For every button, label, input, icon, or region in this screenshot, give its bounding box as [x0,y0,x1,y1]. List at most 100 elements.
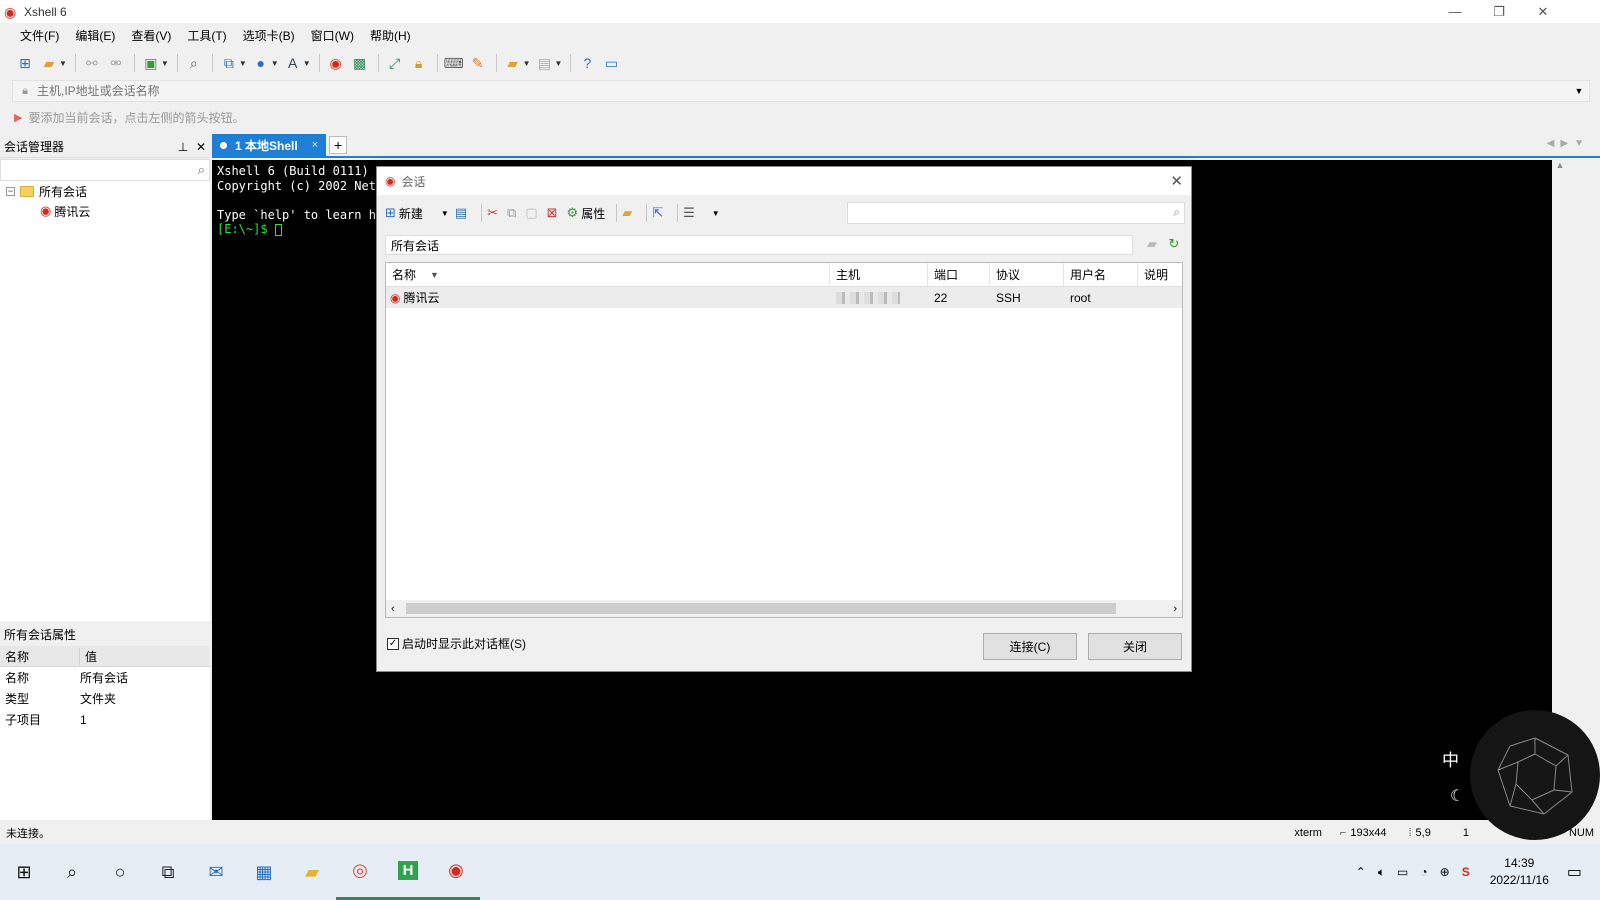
find-icon[interactable]: ⌕ [183,52,205,74]
close-button[interactable]: ✕ [1520,0,1566,23]
globe-icon[interactable]: ● [250,52,272,74]
chrome-icon[interactable]: ◎ [336,844,384,900]
search-icon[interactable]: ⌕ [48,844,96,900]
table-row[interactable]: ◉ 腾讯云 22 SSH root [386,287,1182,308]
transfer-dropdown-icon[interactable]: ▼ [523,59,531,68]
compose-icon[interactable]: ▤ [534,52,556,74]
new-tab-dropdown-icon[interactable]: ▼ [161,59,169,68]
volume-icon[interactable]: 🔈︎ [1378,865,1385,880]
bookmark-icon[interactable]: ▶ [14,111,22,124]
help-icon[interactable]: ? [576,52,598,74]
save-icon[interactable]: ▤ [455,205,470,221]
moon-icon[interactable]: ☾ [1450,786,1464,806]
dialog-close-icon[interactable]: ✕ [1170,172,1183,190]
windows-start-icon[interactable]: ⊞ [0,844,48,900]
new-dropdown-icon[interactable]: ▼ [441,209,449,218]
close-panel-icon[interactable]: ✕ [192,140,210,154]
menu-help[interactable]: 帮助(H) [362,27,419,44]
scroll-right-icon[interactable]: › [1173,603,1177,615]
col-protocol[interactable]: 协议 [990,263,1064,286]
compose-dropdown-icon[interactable]: ▼ [555,59,563,68]
menu-tools[interactable]: 工具(T) [179,27,234,44]
delete-icon[interactable]: ⊠ [547,205,561,221]
sogou-icon[interactable]: S [1462,865,1470,879]
floating-widget[interactable] [1470,710,1600,840]
transfer-icon[interactable]: ▰ [502,52,524,74]
tree-session-item[interactable]: ◉ 腾讯云 [40,201,90,221]
layout-icon[interactable]: ⧉ [218,52,240,74]
globe-dropdown-icon[interactable]: ▼ [271,59,279,68]
copy-icon[interactable]: ⧉ [507,205,519,221]
col-host[interactable]: 主机 [830,263,928,286]
new-tab-icon[interactable]: ▣ [140,52,162,74]
properties-button[interactable]: ⚙ 属性 [567,205,606,222]
connect-button[interactable]: 连接(C) [983,633,1077,660]
startup-checkbox[interactable]: ✓ [387,637,399,650]
reconnect-icon[interactable]: ⚯ [81,52,103,74]
col-port[interactable]: 端口 [928,263,990,286]
menu-edit[interactable]: 编辑(E) [67,27,123,44]
open-dropdown-icon[interactable]: ▼ [59,59,67,68]
ime-tray-icon[interactable]: ⊕ [1440,865,1450,879]
lock-icon[interactable]: 🔒︎ [408,52,430,74]
menu-file[interactable]: 文件(F) [12,27,67,44]
store-icon[interactable]: ▦ [240,844,288,900]
address-input[interactable] [37,84,1569,98]
col-user[interactable]: 用户名 [1064,263,1138,286]
chat-icon[interactable]: ▭ [600,52,622,74]
scroll-left-icon[interactable]: ‹ [391,603,395,615]
collapse-icon[interactable]: − [6,186,15,196]
tree-folder-all-sessions[interactable]: − 所有会话 [6,181,87,201]
col-name[interactable]: 名称 ▼ [386,263,830,286]
menu-view[interactable]: 查看(V) [123,27,179,44]
mail-icon[interactable]: ✉ [192,844,240,900]
session-search-input[interactable]: ⌕ [0,159,210,181]
ime-indicator[interactable]: 中 [1442,746,1459,771]
file-explorer-icon[interactable]: ▰ [288,844,336,900]
dialog-search-input[interactable]: ⌕ [847,202,1185,224]
menu-tab[interactable]: 选项卡(B) [235,27,303,44]
tray-expand-icon[interactable]: ⌃ [1356,865,1366,879]
view-icon[interactable]: ☰ ▼ [683,205,720,221]
font-icon[interactable]: A [282,52,304,74]
clock[interactable]: 14:39 2022/11/16 [1490,855,1549,889]
keyboard-icon[interactable]: ⌨ [443,52,465,74]
add-tab-button[interactable]: + [329,136,348,154]
table-hscrollbar[interactable]: ‹ › [386,600,1182,617]
new-session-icon[interactable]: ⊞ [14,52,36,74]
hbuilder-icon[interactable]: H [384,844,432,900]
startup-checkbox-row[interactable]: ✓ 启动时显示此对话框(S) [387,635,526,652]
notification-icon[interactable]: ▭ [1567,862,1582,882]
restore-button[interactable]: ❐ [1476,0,1522,23]
prop-col-name[interactable]: 名称 [0,647,80,665]
new-folder-icon[interactable]: ▰ [622,205,635,221]
prop-col-value[interactable]: 值 [80,648,97,665]
font-dropdown-icon[interactable]: ▼ [303,59,311,68]
tab-nav-icon[interactable]: ◀▶▼ [1547,138,1590,149]
xshell-icon[interactable]: ◉ [325,52,347,74]
xftp-icon[interactable]: ▩ [349,52,371,74]
export-icon[interactable]: ⇱ [652,205,666,221]
open-folder-icon[interactable]: ▰ [38,52,60,74]
refresh-icon[interactable]: ↻ [1163,236,1185,252]
fullscreen-icon[interactable]: ⤢ [384,52,406,74]
cut-icon[interactable]: ✂ [487,205,501,221]
tab-close-icon[interactable]: × [312,139,318,151]
dialog-close-button[interactable]: 关闭 [1088,633,1182,660]
cortana-icon[interactable]: ○ [96,844,144,900]
xshell-taskbar-icon[interactable]: ◉ [432,844,480,900]
address-dropdown-icon[interactable]: ▼ [1569,86,1589,96]
col-desc[interactable]: 说明 [1138,263,1182,286]
wifi-icon[interactable]: ◔ [1420,865,1427,879]
layout-dropdown-icon[interactable]: ▼ [239,59,247,68]
scroll-thumb[interactable] [406,603,1116,614]
minimize-button[interactable]: — [1432,0,1478,23]
disconnect-icon[interactable]: ⚮ [105,52,127,74]
script-icon[interactable]: ✎ [467,52,489,74]
up-folder-icon[interactable]: ▰ [1141,236,1163,252]
tab-local-shell[interactable]: 1 本地Shell × [212,134,327,156]
task-view-icon[interactable]: ⧉ [144,844,192,900]
battery-icon[interactable]: ▭ [1397,865,1408,879]
pin-icon[interactable]: ⊥ [174,140,192,154]
new-session-button[interactable]: ⊞ 新建 ▼ [385,205,449,222]
